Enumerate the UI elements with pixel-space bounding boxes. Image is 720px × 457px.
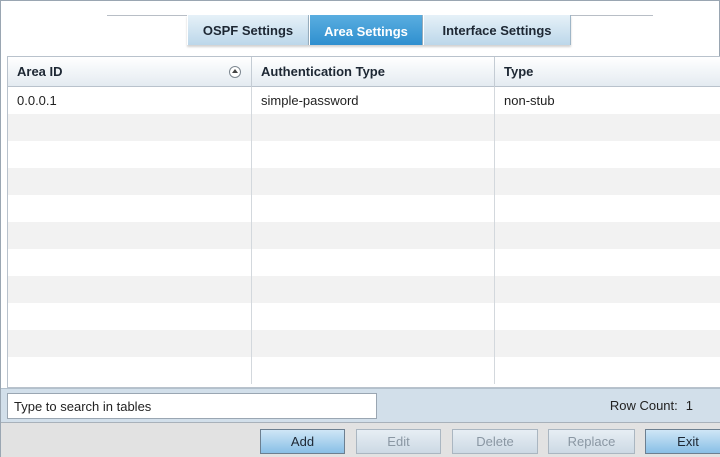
table-cell — [495, 303, 720, 330]
table-cell — [495, 330, 720, 357]
tab-area-settings[interactable]: Area Settings — [309, 15, 423, 45]
area-table: Area ID Authentication Type Type 0.0.0.1… — [7, 56, 720, 388]
table-cell — [252, 330, 495, 357]
edit-button[interactable]: Edit — [356, 429, 441, 454]
table-cell — [495, 276, 720, 303]
table-cell — [495, 114, 720, 141]
delete-button[interactable]: Delete — [452, 429, 538, 454]
table-cell — [8, 222, 252, 249]
table-cell — [8, 276, 252, 303]
tab-bar: OSPF Settings Area Settings Interface Se… — [187, 15, 571, 45]
table-cell — [252, 249, 495, 276]
replace-button[interactable]: Replace — [548, 429, 635, 454]
table-row — [8, 195, 720, 222]
table-cell — [252, 303, 495, 330]
tab-interface-settings[interactable]: Interface Settings — [423, 15, 571, 45]
table-row — [8, 222, 720, 249]
table-row — [8, 141, 720, 168]
table-row — [8, 249, 720, 276]
add-button[interactable]: Add — [260, 429, 345, 454]
table-cell — [495, 249, 720, 276]
sort-icon[interactable] — [229, 66, 241, 78]
table-cell — [252, 168, 495, 195]
table-cell — [8, 114, 252, 141]
button-bar: Add Edit Delete Replace Exit — [1, 422, 720, 457]
column-header-type[interactable]: Type — [495, 57, 720, 87]
table-cell — [8, 303, 252, 330]
table-row — [8, 303, 720, 330]
table-search-input[interactable] — [7, 393, 377, 419]
dialog-frame: OSPF Settings Area Settings Interface Se… — [0, 0, 720, 457]
table-cell — [252, 222, 495, 249]
column-header-authentication-type[interactable]: Authentication Type — [252, 57, 495, 87]
table-body: 0.0.0.1 simple-password non-stub — [8, 87, 720, 384]
table-cell — [8, 330, 252, 357]
table-cell — [495, 357, 720, 384]
column-header-area-id[interactable]: Area ID — [8, 57, 252, 87]
table-cell: 0.0.0.1 — [8, 87, 252, 114]
table-cell — [8, 141, 252, 168]
table-row — [8, 330, 720, 357]
column-header-label: Area ID — [17, 64, 63, 79]
tab-ospf-settings[interactable]: OSPF Settings — [187, 15, 309, 45]
table-cell — [495, 195, 720, 222]
table-cell — [495, 222, 720, 249]
table-cell — [495, 168, 720, 195]
table-cell — [495, 141, 720, 168]
table-row — [8, 276, 720, 303]
table-row[interactable]: 0.0.0.1 simple-password non-stub — [8, 87, 720, 114]
table-cell — [8, 249, 252, 276]
status-bar: Row Count: 1 — [1, 388, 720, 422]
table-cell — [8, 168, 252, 195]
table-cell — [252, 195, 495, 222]
table-cell — [252, 114, 495, 141]
table-cell — [252, 357, 495, 384]
table-header: Area ID Authentication Type Type — [8, 57, 720, 87]
table-row — [8, 357, 720, 384]
row-count-value: 1 — [685, 398, 693, 413]
table-cell — [252, 141, 495, 168]
row-count-label: Row Count: — [609, 398, 678, 413]
exit-button[interactable]: Exit — [645, 429, 720, 454]
table-row — [8, 114, 720, 141]
table-cell: non-stub — [504, 93, 555, 108]
table-cell: simple-password — [252, 87, 495, 114]
table-cell — [8, 195, 252, 222]
table-cell — [8, 357, 252, 384]
table-cell — [252, 276, 495, 303]
row-count: Row Count: 1 — [610, 398, 693, 413]
table-row — [8, 168, 720, 195]
